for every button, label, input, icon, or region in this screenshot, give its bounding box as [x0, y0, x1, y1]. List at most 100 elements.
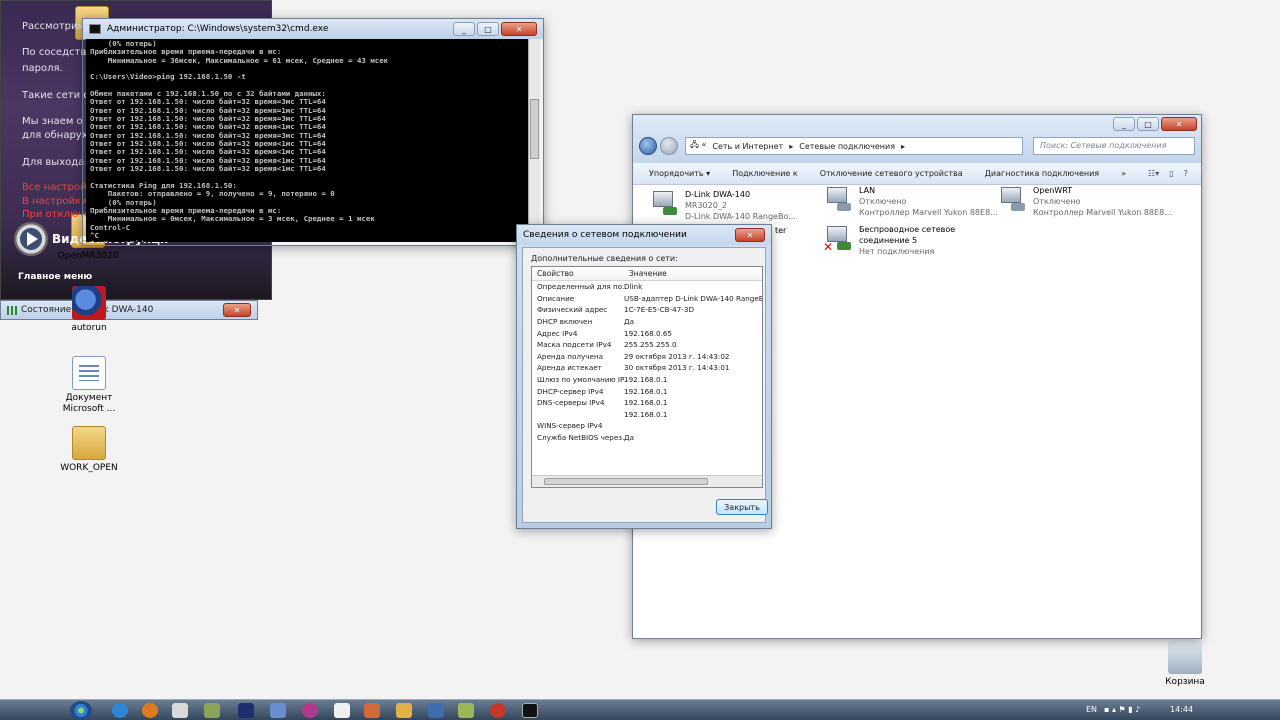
document-icon — [72, 356, 106, 390]
details-row[interactable]: DHCP-сервер IPv4 192.168.0.1 — [532, 385, 762, 397]
start-button[interactable] — [70, 701, 92, 720]
monitor-icon[interactable] — [270, 703, 286, 718]
scrollbar-thumb[interactable] — [544, 478, 708, 485]
close-button[interactable]: ✕ — [735, 228, 765, 242]
folder-icon[interactable] — [396, 703, 412, 718]
details-row[interactable]: Служба NetBIOS через... Да — [532, 432, 762, 444]
horizontal-scrollbar[interactable] — [532, 475, 762, 487]
connection-name: OpenWRT — [1033, 186, 1073, 195]
connection-item-lan[interactable]: LAN Отключено Контроллер Marvell Yukon 8… — [823, 185, 998, 218]
breadcrumb-item[interactable]: Сетевые подключения — [799, 142, 895, 151]
language-indicator[interactable]: EN — [1086, 705, 1097, 714]
value-cell: 192.168.0.1 — [624, 409, 668, 419]
close-button[interactable]: ✕ — [1161, 117, 1197, 131]
help-icon[interactable]: ? — [1184, 169, 1188, 178]
details-row[interactable]: Маска подсети IPv4 255.255.255.0 — [532, 339, 762, 351]
disable-device-button[interactable]: Отключение сетевого устройства — [820, 169, 963, 178]
signal-strength-icon — [7, 305, 17, 315]
desktop-icon-document[interactable]: Документ Microsoft ... — [57, 356, 121, 415]
details-row[interactable]: Физический адрес 1C-7E-E5-CB-47-3D — [532, 304, 762, 316]
property-cell: DNS-серверы IPv4 — [537, 398, 605, 408]
console-line: Control-C — [90, 222, 131, 232]
scrollbar-thumb[interactable] — [530, 99, 539, 159]
connection-status: MR3020_2 — [685, 201, 727, 210]
desktop-icon-recycle-bin[interactable]: Корзина — [1153, 640, 1217, 688]
close-button[interactable]: ✕ — [501, 22, 537, 36]
desktop-icon-work-open[interactable]: WORK_OPEN — [57, 426, 121, 474]
play-icon[interactable] — [14, 222, 48, 256]
property-cell: Служба NetBIOS через... — [537, 433, 624, 443]
more-commands-button[interactable]: » — [1121, 169, 1126, 178]
details-row[interactable]: Описание USB-адаптер D-Link DWA-140 Range… — [532, 293, 762, 305]
connection-item-dlink[interactable]: D-Link DWA-140 MR3020_2 D-Link DWA-140 R… — [649, 189, 796, 222]
connection-item-partial[interactable]: ter — [775, 225, 786, 236]
media-player-icon[interactable] — [302, 703, 318, 718]
clock[interactable]: 14:44 — [1170, 705, 1193, 714]
connect-to-button[interactable]: Подключение к — [732, 169, 798, 178]
back-button[interactable] — [639, 137, 657, 155]
console-line: Минимальное = 0мсек, Максимальное = 3 мс… — [90, 214, 375, 224]
close-button[interactable]: ✕ — [223, 303, 251, 317]
photoshop-icon[interactable] — [238, 703, 254, 718]
desktop-icon-label: autorun — [71, 323, 107, 333]
console-line: Минимальное = 36мсек, Максимальное = 61 … — [90, 55, 389, 65]
preview-pane-icon[interactable]: ▯ — [1169, 169, 1173, 178]
list-header: Свойство Значение — [532, 267, 762, 281]
archive-icon[interactable] — [428, 703, 444, 718]
cmd-window[interactable]: Администратор: C:\Windows\system32\cmd.e… — [82, 18, 544, 246]
connection-name: LAN — [859, 186, 876, 195]
details-row[interactable]: DHCP включен Да — [532, 316, 762, 328]
address-bar[interactable]: 🖧 « Сеть и Интернет ▸ Сетевые подключени… — [685, 137, 1023, 155]
column-header-value[interactable]: Значение — [624, 269, 762, 278]
connection-item-openwrt[interactable]: OpenWRT Отключено Контроллер Marvell Yuk… — [997, 185, 1172, 218]
forward-button[interactable] — [660, 137, 678, 155]
details-row[interactable]: DNS-серверы IPv4 192.168.0.1 — [532, 397, 762, 409]
tool-icon[interactable] — [364, 703, 380, 718]
property-cell: Аренда получена — [537, 351, 603, 361]
minimize-button[interactable]: _ — [453, 22, 475, 36]
desktop-icon-autorun[interactable]: autorun — [57, 286, 121, 334]
image-viewer-icon[interactable] — [204, 703, 220, 718]
document-icon[interactable] — [334, 703, 350, 718]
connection-status: Отключено — [1033, 197, 1081, 206]
firefox-icon[interactable] — [142, 703, 158, 718]
cmd-title-bar[interactable]: Администратор: C:\Windows\system32\cmd.e… — [83, 19, 543, 39]
cmd-icon[interactable] — [522, 703, 538, 718]
vertical-scrollbar[interactable] — [528, 39, 540, 242]
column-header-property[interactable]: Свойство — [532, 269, 624, 278]
details-list[interactable]: Свойство Значение Определенный для по...… — [531, 266, 763, 488]
details-row[interactable]: Адрес IPv4 192.168.0.65 — [532, 327, 762, 339]
details-row[interactable]: Аренда истекает 30 октября 2013 г. 14:43:… — [532, 362, 762, 374]
autorun-icon[interactable] — [490, 703, 506, 718]
status-dialog[interactable]: Состояние - D-Link DWA-140 ✕ — [0, 300, 258, 320]
close-dialog-button[interactable]: Закрыть — [716, 499, 768, 515]
console-output[interactable]: (0% потерь) Приблизительное время приема-… — [86, 39, 540, 242]
console-line: Ответ от 192.168.1.50: число байт=32 вре… — [90, 164, 326, 174]
application-icon[interactable] — [172, 703, 188, 718]
command-bar: Упорядочить ▾ Подключение к Отключение с… — [633, 163, 1201, 185]
details-row[interactable]: Аренда получена 29 октября 2013 г. 14:43:… — [532, 351, 762, 363]
tray-icons[interactable]: ▪ ▴ ⚑ ▮ ♪ — [1104, 705, 1140, 714]
maximize-button[interactable]: □ — [477, 22, 499, 36]
details-row[interactable]: Шлюз по умолчанию IP... 192.168.0.1 — [532, 374, 762, 386]
search-input[interactable]: Поиск: Сетевые подключения — [1033, 137, 1195, 155]
value-cell: Да — [624, 317, 635, 327]
details-row[interactable]: Определенный для по... Dlink — [532, 281, 762, 293]
organize-button[interactable]: Упорядочить ▾ — [649, 169, 710, 178]
breadcrumb-item[interactable]: Сеть и Интернет — [712, 142, 783, 151]
window-caption-buttons: _ □ ✕ — [453, 22, 537, 36]
property-cell: Адрес IPv4 — [537, 328, 578, 338]
maximize-button[interactable]: □ — [1137, 117, 1159, 131]
details-row[interactable]: 192.168.0.1 — [532, 409, 762, 421]
connection-item-wireless-5[interactable]: ✕ Беспроводное сетевое соединение 5 Нет … — [823, 224, 955, 257]
details-row[interactable]: WINS-сервер IPv4 — [532, 420, 762, 432]
value-cell: 30 октября 2013 г. 14:43:01 — [624, 363, 730, 373]
image-editor-icon[interactable] — [458, 703, 474, 718]
details-title-bar[interactable]: Сведения о сетевом подключении ✕ — [517, 225, 771, 245]
main-menu-link[interactable]: Главное меню — [18, 272, 92, 282]
connection-device: Контроллер Marvell Yukon 88E8... — [1033, 208, 1172, 217]
diagnose-button[interactable]: Диагностика подключения — [985, 169, 1099, 178]
internet-explorer-icon[interactable] — [112, 703, 128, 718]
view-options-icon[interactable]: ☷▾ — [1148, 169, 1159, 178]
minimize-button[interactable]: _ — [1113, 117, 1135, 131]
